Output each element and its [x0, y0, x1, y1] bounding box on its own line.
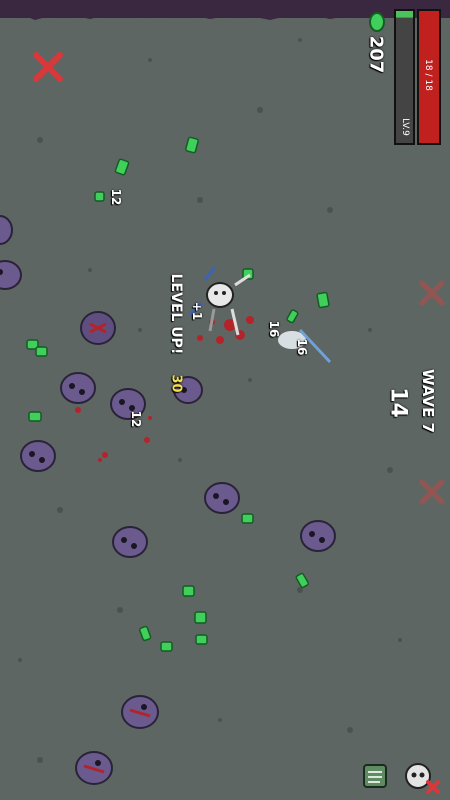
damage-number: 12: [109, 188, 123, 206]
wave-label: WAVE 7: [419, 369, 437, 433]
xp-bar-fill: [396, 11, 413, 18]
material-icon: [369, 12, 385, 32]
close-x-icon[interactable]: [33, 52, 63, 82]
level-text: LV.9: [400, 118, 410, 136]
enemy: [112, 526, 148, 558]
enemy: [300, 520, 336, 552]
critical-damage-number: 30: [168, 374, 184, 393]
enemy: [121, 695, 159, 729]
plus-one-text: +1: [190, 301, 204, 321]
enemy: [0, 215, 13, 245]
enemy: [60, 372, 96, 404]
enemy: [75, 751, 113, 785]
enemy: [204, 482, 240, 514]
enemy: [80, 311, 116, 345]
enemy: [0, 260, 22, 290]
damage-number: 16: [267, 320, 281, 338]
skull-icon[interactable]: [405, 763, 440, 794]
materials-count: 207: [365, 35, 387, 74]
game-arena: [0, 0, 450, 794]
damage-number: 16: [295, 338, 309, 356]
hp-text: 18 / 18: [423, 59, 433, 91]
map-icon[interactable]: [363, 764, 387, 788]
damage-number: 12: [129, 410, 143, 428]
wave-timer: 14: [385, 387, 411, 418]
level-up-text: LEVEL UP!: [168, 273, 184, 355]
enemy: [20, 440, 56, 472]
